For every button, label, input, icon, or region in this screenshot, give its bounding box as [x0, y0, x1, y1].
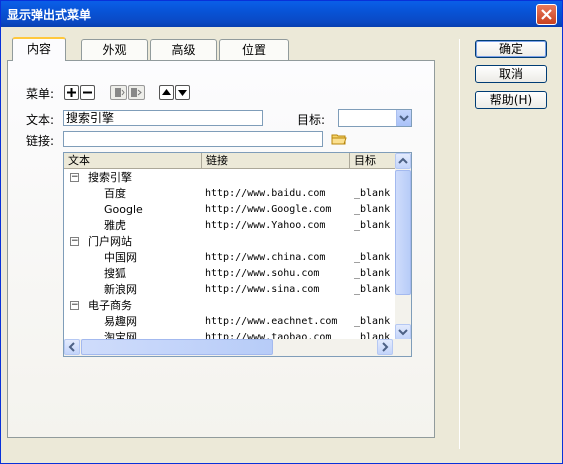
menu-items-grid[interactable]: 文本 链接 目标 − 搜索引擎 百度 http://www.baidu.com _bla…	[63, 152, 412, 357]
indent-icon	[131, 88, 142, 97]
tab-label: 高级	[171, 43, 196, 57]
table-row[interactable]: 搜狐 http://www.sohu.com _blank	[64, 266, 397, 282]
popup-menu-dialog: 显示弹出式菜单 内容 外观 高级 位置 菜单: 文本: 搜索引擎 目标: 链接:…	[0, 0, 563, 464]
cell-text: 门户网站	[88, 235, 132, 248]
cancel-button[interactable]: 取消	[475, 65, 547, 83]
scroll-right-button[interactable]	[377, 339, 393, 355]
triangle-down-icon	[178, 90, 187, 96]
cell-target: _blank	[354, 220, 391, 231]
table-row[interactable]: 新浪网 http://www.sina.com _blank	[64, 282, 397, 298]
folder-icon	[331, 134, 347, 145]
cell-text: 雅虎	[104, 219, 126, 232]
target-select[interactable]	[338, 109, 412, 127]
scroll-up-button[interactable]	[395, 153, 411, 169]
chevron-right-icon	[382, 342, 389, 352]
indent-button[interactable]	[128, 85, 145, 100]
title-bar: 显示弹出式菜单	[1, 1, 562, 27]
cell-link: http://www.Google.com	[205, 204, 332, 215]
cell-text: Google	[104, 203, 143, 216]
tab-appearance[interactable]: 外观	[81, 39, 148, 60]
cell-link: http://www.sohu.com	[205, 268, 320, 279]
grid-header: 文本 链接 目标	[64, 153, 397, 169]
help-button[interactable]: 帮助(H)	[475, 91, 547, 109]
collapse-icon[interactable]: −	[70, 301, 79, 310]
cell-target: _blank	[354, 316, 391, 327]
horizontal-scroll-thumb[interactable]	[81, 339, 273, 355]
cell-link: http://www.sina.com	[205, 284, 320, 295]
scroll-left-button[interactable]	[64, 339, 80, 355]
tab-label: 内容	[26, 42, 51, 56]
table-row[interactable]: 雅虎 http://www.Yahoo.com _blank	[64, 218, 397, 234]
table-row[interactable]: Google http://www.Google.com _blank	[64, 202, 397, 218]
cell-link: http://www.china.com	[205, 252, 326, 263]
outdent-icon	[115, 88, 125, 97]
ok-button[interactable]: 确定	[475, 40, 547, 58]
tab-position[interactable]: 位置	[219, 39, 289, 60]
window-title: 显示弹出式菜单	[7, 8, 92, 22]
cell-text: 搜狐	[104, 267, 126, 280]
tab-advanced[interactable]: 高级	[150, 39, 217, 60]
add-item-button[interactable]	[64, 85, 79, 100]
menu-label: 菜单:	[26, 87, 55, 101]
column-header-target[interactable]: 目标	[350, 153, 397, 169]
chevron-down-icon	[399, 115, 409, 122]
chevron-down-icon	[398, 329, 408, 336]
tab-label: 外观	[102, 43, 127, 57]
tab-label: 位置	[241, 43, 266, 57]
close-icon	[541, 9, 552, 20]
link-label: 链接:	[26, 134, 55, 148]
cell-target: _blank	[354, 252, 391, 263]
vertical-scrollbar[interactable]	[395, 153, 411, 340]
cell-target: _blank	[354, 268, 391, 279]
collapse-icon[interactable]: −	[70, 237, 79, 246]
cell-link: http://www.eachnet.com	[205, 316, 338, 327]
triangle-up-icon	[162, 89, 171, 95]
cell-link: http://www.baidu.com	[205, 188, 326, 199]
cell-target: _blank	[354, 204, 391, 215]
group-row[interactable]: − 门户网站	[64, 234, 397, 250]
link-input[interactable]	[63, 131, 323, 147]
cell-text: 电子商务	[88, 299, 132, 312]
chevron-up-icon	[398, 157, 408, 164]
outdent-button[interactable]	[110, 85, 127, 100]
table-row[interactable]: 百度 http://www.baidu.com _blank	[64, 186, 397, 202]
tab-content[interactable]: 内容	[12, 37, 66, 61]
target-label: 目标:	[297, 113, 326, 127]
vertical-scroll-thumb[interactable]	[395, 170, 411, 295]
separator	[459, 39, 460, 449]
group-row[interactable]: − 搜索引擎	[64, 170, 397, 186]
move-down-button[interactable]	[175, 85, 190, 100]
cell-link: http://www.Yahoo.com	[205, 220, 326, 231]
table-row[interactable]: 中国网 http://www.china.com _blank	[64, 250, 397, 266]
cell-target: _blank	[354, 188, 391, 199]
text-input[interactable]: 搜索引擎	[63, 110, 263, 126]
cell-target: _blank	[354, 284, 391, 295]
move-up-button[interactable]	[159, 85, 174, 100]
remove-item-button[interactable]	[80, 85, 95, 100]
close-button[interactable]	[536, 4, 557, 25]
cell-text: 易趣网	[104, 315, 137, 328]
browse-folder-button[interactable]	[331, 132, 347, 146]
cell-text: 搜索引擎	[88, 171, 132, 184]
dropdown-button[interactable]	[396, 110, 411, 126]
collapse-icon[interactable]: −	[70, 173, 79, 182]
cell-text: 百度	[104, 187, 126, 200]
cell-text: 中国网	[104, 251, 137, 264]
table-row[interactable]: 易趣网 http://www.eachnet.com _blank	[64, 314, 397, 330]
chevron-left-icon	[68, 342, 75, 352]
minus-icon	[83, 91, 92, 94]
column-header-text[interactable]: 文本	[64, 153, 202, 169]
plus-icon	[67, 88, 76, 97]
scroll-down-button[interactable]	[395, 324, 411, 340]
horizontal-scrollbar[interactable]	[64, 339, 411, 356]
group-row[interactable]: − 电子商务	[64, 298, 397, 314]
column-header-link[interactable]: 链接	[202, 153, 350, 169]
cell-text: 新浪网	[104, 283, 137, 296]
text-label: 文本:	[26, 113, 55, 127]
